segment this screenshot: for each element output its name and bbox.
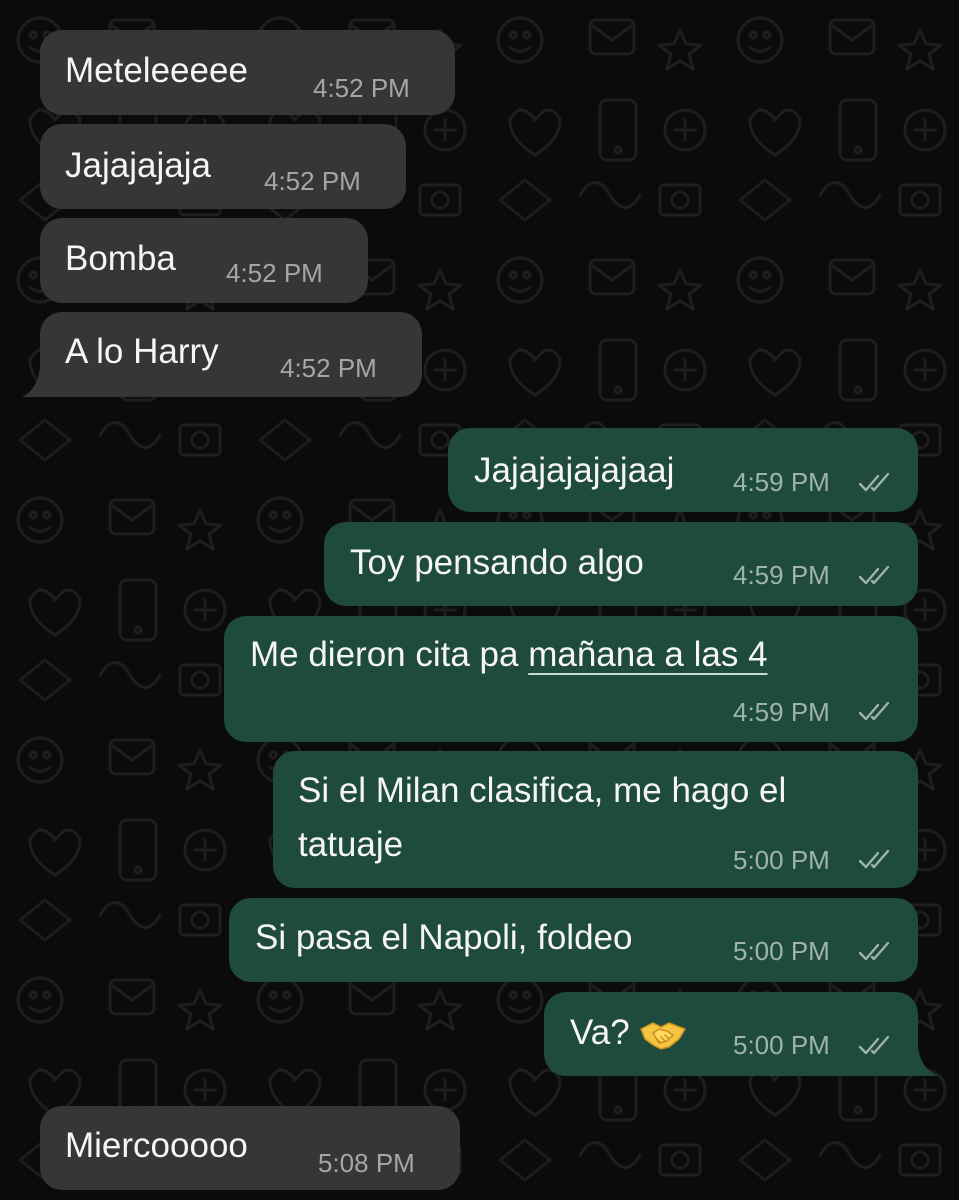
message-text-line2: tatuaje: [298, 825, 404, 864]
message-text-plain: Me dieron cita pa: [250, 635, 529, 674]
bubble-tail: [908, 1046, 938, 1076]
double-check-icon: [858, 849, 890, 869]
message-bubble-incoming[interactable]: Miercooooo 5:08 PM: [40, 1106, 460, 1190]
message-text-line1: Si el Milan clasifica, me hago el: [298, 771, 787, 810]
message-text: Me dieron cita pa mañana a las 4: [250, 629, 768, 681]
message-bubble-outgoing[interactable]: Jajajajajajaaj 4:59 PM: [448, 428, 918, 512]
message-text-plain: Va?: [570, 1013, 630, 1052]
message-bubble-incoming[interactable]: A lo Harry 4:52 PM: [22, 312, 422, 397]
chat-messages: Meteleeeee 4:52 PM Jajajajaja 4:52 PM Bo…: [0, 0, 959, 1200]
message-bubble-outgoing[interactable]: Va? 5:00 PM: [544, 992, 938, 1076]
message-timestamp: 4:52 PM: [280, 353, 377, 383]
message-text: Jajajajaja: [65, 146, 211, 185]
message-text: Bomba: [65, 239, 176, 278]
message-text: Jajajajajajaaj: [474, 451, 675, 490]
message-text: Meteleeeee: [65, 51, 248, 90]
message-bubble-incoming[interactable]: Bomba 4:52 PM: [40, 218, 368, 303]
handshake-emoji-icon: [640, 1021, 687, 1050]
message-text: Si pasa el Napoli, foldeo: [255, 918, 633, 957]
double-check-icon: [858, 472, 890, 492]
message-bubble-outgoing[interactable]: Toy pensando algo 4:59 PM: [324, 522, 918, 606]
date-link[interactable]: mañana a las 4: [528, 635, 767, 674]
message-bubble-incoming[interactable]: Meteleeeee 4:52 PM: [40, 30, 455, 115]
message-timestamp: 4:59 PM: [733, 560, 830, 590]
bubble-tail: [22, 367, 52, 397]
message-timestamp: 4:59 PM: [733, 467, 830, 497]
message-timestamp: 4:52 PM: [264, 166, 361, 196]
message-timestamp: 4:59 PM: [733, 697, 830, 727]
message-bubble-outgoing[interactable]: Si pasa el Napoli, foldeo 5:00 PM: [229, 898, 918, 982]
double-check-icon: [858, 1035, 890, 1055]
message-timestamp: 4:52 PM: [226, 258, 323, 288]
message-bubble-outgoing[interactable]: Me dieron cita pa mañana a las 4 4:59 PM: [224, 616, 918, 742]
message-text: A lo Harry: [65, 332, 219, 371]
message-text: Miercooooo: [65, 1126, 248, 1165]
message-timestamp: 5:00 PM: [733, 845, 830, 875]
message-bubble-incoming[interactable]: Jajajajaja 4:52 PM: [40, 124, 406, 209]
message-timestamp: 5:00 PM: [733, 936, 830, 966]
message-timestamp: 5:00 PM: [733, 1030, 830, 1060]
message-text: Va?: [570, 1007, 687, 1059]
message-text: Toy pensando algo: [350, 543, 644, 582]
double-check-icon: [858, 701, 890, 721]
message-bubble-outgoing[interactable]: Si el Milan clasifica, me hago el tatuaj…: [273, 751, 918, 888]
message-timestamp: 4:52 PM: [313, 73, 410, 103]
message-timestamp: 5:08 PM: [318, 1148, 415, 1178]
double-check-icon: [858, 565, 890, 585]
double-check-icon: [858, 941, 890, 961]
